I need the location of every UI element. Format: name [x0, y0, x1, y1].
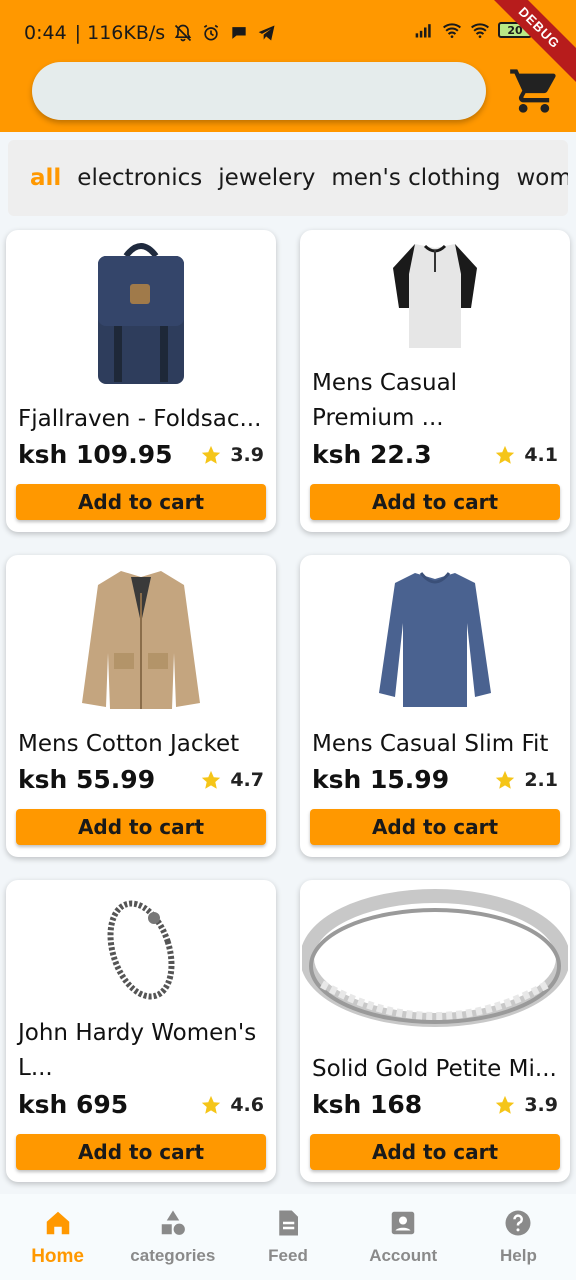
- shopping-cart-icon: [510, 69, 556, 113]
- product-image: [6, 888, 276, 1008]
- alarm-icon: [204, 24, 219, 41]
- product-price: ksh 15.99: [312, 765, 450, 794]
- product-image: [300, 238, 570, 354]
- product-price: ksh 109.95: [18, 440, 173, 469]
- cart-button[interactable]: [504, 62, 564, 120]
- product-price: ksh 22.3: [312, 440, 432, 469]
- product-card[interactable]: Mens Casual Slim Fit ksh 15.99 2.1 Add t…: [300, 555, 570, 857]
- product-rating: 4.6: [200, 1094, 264, 1116]
- categories-icon: [161, 1210, 185, 1235]
- rating-value: 4.6: [230, 1094, 264, 1116]
- nav-feed[interactable]: Feed: [230, 1194, 345, 1280]
- nav-account[interactable]: Account: [346, 1194, 461, 1280]
- product-title: Mens Casual Premium ...: [312, 370, 458, 431]
- status-bar: 0:44 | 116KB/s 20: [24, 20, 552, 46]
- category-womens-clothing[interactable]: women's: [516, 165, 568, 191]
- rating-value: 3.9: [524, 1094, 558, 1116]
- product-image: [300, 563, 570, 713]
- add-to-cart-button[interactable]: Add to cart: [16, 809, 266, 845]
- add-to-cart-button[interactable]: Add to cart: [16, 1134, 266, 1170]
- app-header: 0:44 | 116KB/s 20 DEBUG: [0, 0, 576, 132]
- add-to-cart-button[interactable]: Add to cart: [16, 484, 266, 520]
- bell-muted-icon: [174, 24, 192, 42]
- add-to-cart-button[interactable]: Add to cart: [310, 1134, 560, 1170]
- category-jewelery[interactable]: jewelery: [218, 165, 315, 191]
- product-rating: 2.1: [494, 769, 558, 791]
- add-to-cart-button[interactable]: Add to cart: [310, 809, 560, 845]
- product-title: Mens Cotton Jacket: [18, 731, 240, 757]
- category-electronics[interactable]: electronics: [77, 165, 202, 191]
- product-title: Fjallraven - Foldsac...: [18, 406, 262, 432]
- product-card[interactable]: Mens Cotton Jacket ksh 55.99 4.7 Add to …: [6, 555, 276, 857]
- product-card[interactable]: Fjallraven - Foldsac... ksh 109.95 3.9 A…: [6, 230, 276, 532]
- product-price: ksh 695: [18, 1090, 129, 1119]
- category-all[interactable]: all: [30, 165, 61, 191]
- status-network-speed: | 116KB/s: [74, 22, 166, 44]
- product-rating: 3.9: [200, 444, 264, 466]
- nav-categories[interactable]: categories: [115, 1194, 230, 1280]
- bottom-navigation: Home categories Feed Account Help: [0, 1194, 576, 1280]
- rating-value: 4.1: [524, 444, 558, 466]
- nav-home[interactable]: Home: [0, 1194, 115, 1280]
- rating-value: 3.9: [230, 444, 264, 466]
- account-icon: [391, 1211, 415, 1235]
- product-title: John Hardy Women's L...: [18, 1020, 257, 1081]
- signal-icon: [415, 24, 431, 38]
- wifi-icon-2: [471, 23, 489, 38]
- product-card[interactable]: Mens Casual Premium ... ksh 22.3 4.1 Add…: [300, 230, 570, 532]
- star-icon: [496, 1095, 515, 1114]
- telegram-icon: [258, 25, 275, 41]
- product-card[interactable]: John Hardy Women's L... ksh 695 4.6 Add …: [6, 880, 276, 1182]
- help-icon: [505, 1210, 531, 1236]
- product-price: ksh 168: [312, 1090, 423, 1119]
- wifi-icon: [443, 23, 461, 38]
- product-card[interactable]: Solid Gold Petite Mi... ksh 168 3.9 Add …: [300, 880, 570, 1182]
- category-mens-clothing[interactable]: men's clothing: [331, 165, 500, 191]
- home-icon: [46, 1211, 69, 1235]
- nav-categories-label: categories: [130, 1246, 216, 1265]
- rating-value: 4.7: [230, 769, 264, 791]
- nav-help[interactable]: Help: [461, 1194, 576, 1280]
- star-icon: [202, 770, 221, 789]
- nav-home-label: Home: [31, 1246, 84, 1267]
- product-image: [6, 238, 276, 388]
- product-image: [300, 888, 570, 1038]
- product-rating: 4.1: [494, 444, 558, 466]
- search-input[interactable]: [32, 62, 486, 120]
- product-title: Solid Gold Petite Mi...: [312, 1056, 557, 1082]
- nav-help-label: Help: [499, 1246, 537, 1265]
- category-bar: all electronics jewelery men's clothing …: [8, 140, 568, 216]
- rating-value: 2.1: [524, 769, 558, 791]
- add-to-cart-button[interactable]: Add to cart: [310, 484, 560, 520]
- feed-icon: [279, 1210, 298, 1236]
- chat-icon: [232, 27, 246, 39]
- nav-feed-label: Feed: [268, 1246, 308, 1265]
- star-icon: [202, 1095, 221, 1114]
- product-image: [6, 563, 276, 713]
- star-icon: [202, 445, 221, 464]
- status-time: 0:44: [24, 22, 67, 44]
- product-rating: 4.7: [200, 769, 264, 791]
- product-title: Mens Casual Slim Fit: [312, 731, 549, 757]
- nav-account-label: Account: [369, 1246, 438, 1265]
- star-icon: [496, 445, 515, 464]
- product-rating: 3.9: [494, 1094, 558, 1116]
- product-price: ksh 55.99: [18, 765, 156, 794]
- star-icon: [496, 770, 515, 789]
